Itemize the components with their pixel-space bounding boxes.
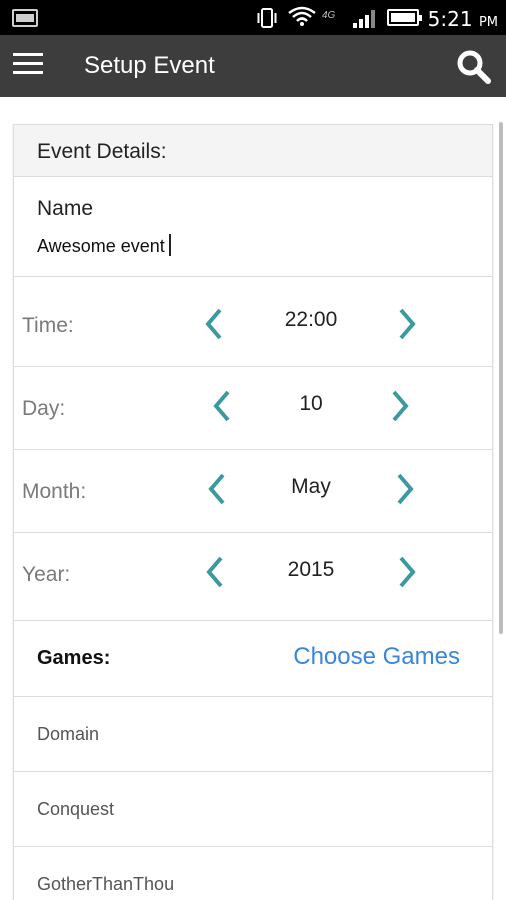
name-label: Name	[37, 197, 94, 220]
month-label: Month:	[22, 480, 87, 503]
scrollbar[interactable]	[499, 122, 503, 634]
hamburger-icon[interactable]	[13, 53, 43, 77]
status-bar: 4G 5:21 PM	[0, 0, 506, 35]
year-picker-row: Year: 2015	[14, 533, 492, 621]
game-list-item[interactable]: Conquest	[14, 772, 492, 847]
time-next-chevron-icon[interactable]	[396, 307, 418, 341]
app-bar: Setup Event	[0, 35, 506, 97]
month-value: May	[291, 475, 331, 498]
month-picker-row: Month: May	[14, 450, 492, 533]
event-details-card: Event Details: Name Awesome event Time: …	[13, 124, 493, 900]
day-next-chevron-icon[interactable]	[389, 389, 411, 423]
day-value: 10	[299, 392, 323, 415]
time-picker-row: Time: 22:00	[14, 277, 492, 367]
game-list-item[interactable]: GotherThanThou	[14, 847, 492, 900]
clock: 5:21 PM	[427, 7, 498, 31]
day-label: Day:	[22, 397, 66, 420]
day-picker-row: Day: 10	[14, 367, 492, 450]
month-next-chevron-icon[interactable]	[394, 472, 416, 506]
name-input[interactable]: Awesome event	[37, 234, 492, 257]
year-label: Year:	[22, 563, 71, 586]
year-value: 2015	[287, 558, 335, 581]
network-type-label: 4G	[322, 10, 336, 21]
game-list-item[interactable]: Domain	[14, 697, 492, 772]
gallery-notification-icon	[12, 9, 38, 27]
year-next-chevron-icon[interactable]	[396, 555, 418, 589]
signal-icon	[353, 10, 375, 28]
page-title: Setup Event	[84, 52, 215, 79]
time-label: Time:	[22, 314, 74, 337]
name-field-row[interactable]: Name Awesome event	[14, 177, 492, 277]
wifi-icon	[288, 6, 316, 26]
games-label: Games:	[37, 647, 111, 669]
search-icon[interactable]	[456, 49, 492, 85]
games-row: Games: Choose Games	[14, 621, 492, 697]
time-value: 22:00	[284, 308, 338, 331]
card-header: Event Details:	[14, 125, 492, 177]
vibrate-icon	[257, 8, 277, 28]
text-cursor	[168, 234, 171, 256]
choose-games-link[interactable]: Choose Games	[293, 643, 460, 671]
battery-icon	[387, 9, 422, 26]
